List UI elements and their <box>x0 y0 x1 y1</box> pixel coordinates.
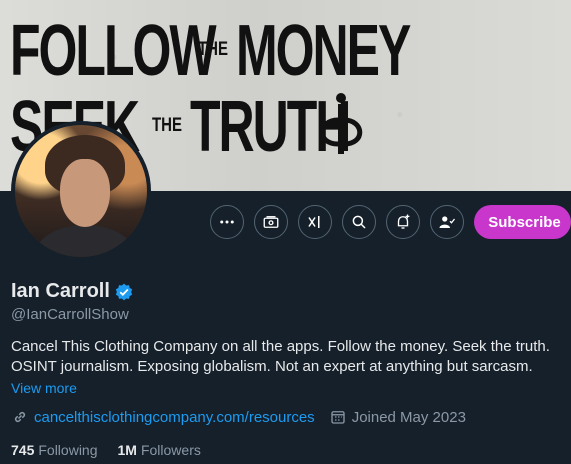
calendar-icon <box>329 408 347 426</box>
grok-button[interactable] <box>298 205 332 239</box>
following-count: 745 <box>11 442 35 458</box>
banner-logo <box>319 93 363 154</box>
following-link[interactable]: 745 Following <box>11 442 98 458</box>
more-horizontal-icon <box>220 220 234 224</box>
banner-text-money: MONEY <box>236 9 411 91</box>
grok-icon <box>308 216 320 228</box>
view-more-link[interactable]: View more <box>11 380 77 396</box>
followers-count: 1M <box>117 442 137 458</box>
follow-stats: 745 Following 1M Followers <box>11 442 201 458</box>
notifications-button[interactable] <box>386 205 420 239</box>
link-icon <box>11 408 29 426</box>
verified-badge-icon[interactable] <box>114 282 134 302</box>
profile-name: Ian Carroll <box>11 280 110 302</box>
money-icon <box>263 216 279 228</box>
bio-line: OSINT journalism. Exposing globalism. No… <box>11 358 533 375</box>
subscribe-button[interactable]: Subscribe <box>474 205 571 239</box>
profile-handle: @IanCarrollShow <box>11 306 129 323</box>
search-icon <box>352 215 366 229</box>
bell-plus-icon <box>397 214 410 229</box>
following-button[interactable] <box>430 205 464 239</box>
followers-link[interactable]: 1M Followers <box>118 442 201 458</box>
search-button[interactable] <box>342 205 376 239</box>
profile-meta: cancelthisclothingcompany.com/resources … <box>11 408 466 426</box>
banner-text-the-2: THE <box>152 114 182 137</box>
profile-website-link[interactable]: cancelthisclothingcompany.com/resources <box>34 409 315 426</box>
joined-date: Joined May 2023 <box>351 408 466 426</box>
followers-label: Followers <box>140 442 201 458</box>
avatar[interactable] <box>11 121 151 261</box>
banner-text-the-1: THE <box>198 38 228 61</box>
profile-name-row: Ian Carroll <box>11 280 134 303</box>
profile-bio: Cancel This Clothing Company on all the … <box>11 337 563 377</box>
person-check-icon <box>439 216 456 228</box>
gift-button[interactable] <box>254 205 288 239</box>
more-button[interactable] <box>210 205 244 239</box>
following-label: Following <box>38 442 98 458</box>
banner-text-follow: FOLLOW <box>10 9 217 91</box>
bio-line: Cancel This Clothing Company on all the … <box>11 338 550 355</box>
